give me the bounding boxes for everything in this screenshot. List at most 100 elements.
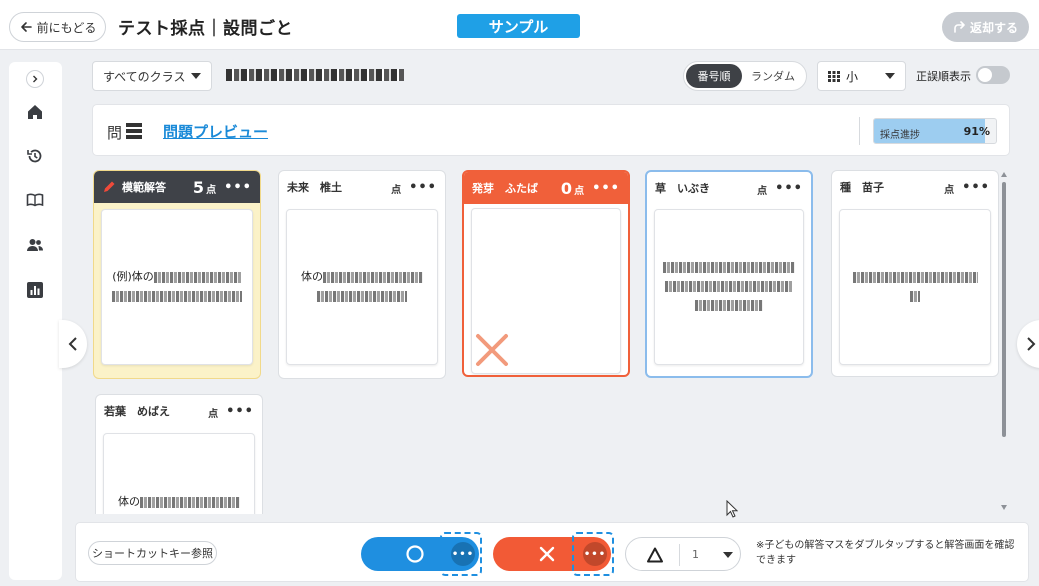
double-tap-hint: ※子どもの解答マスをダブルタップすると解答画面を確認できます: [756, 540, 1015, 566]
sidebar-item-book[interactable]: [25, 190, 45, 210]
card-score: 点: [755, 179, 767, 198]
student-answer-card[interactable]: 種 苗子 点 •••: [831, 170, 999, 377]
card-name: 種 苗子: [840, 181, 884, 194]
card-score-value: 5: [192, 177, 205, 197]
correct-order-label: 正誤順表示: [916, 70, 971, 83]
scroll-thumb[interactable]: [1002, 182, 1006, 437]
answer-text: 体の: [118, 493, 240, 512]
answer-text: [852, 268, 978, 305]
top-bar: 前にもどる テスト採点｜設問ごと サンプル 返却する: [0, 0, 1039, 50]
model-answer-card[interactable]: 模範解答 5点 ••• (例)体の: [93, 170, 261, 379]
redacted-answer: [112, 290, 242, 302]
chevron-left-icon: [68, 337, 77, 351]
partial-score-value: 1: [692, 548, 699, 561]
card-more-button[interactable]: •••: [592, 181, 620, 196]
card-score-unit: 点: [944, 184, 955, 196]
question-label: 問: [107, 124, 123, 142]
redacted-answer: [140, 496, 240, 508]
correct-order-switch[interactable]: [976, 66, 1010, 84]
sidebar: [9, 62, 62, 580]
back-button[interactable]: 前にもどる: [9, 12, 106, 42]
card-scrollbar[interactable]: [1001, 172, 1007, 512]
question-preview-link[interactable]: 問題プレビュー: [163, 121, 268, 142]
redacted-answer: [665, 281, 793, 293]
card-name: 未来 椎土: [287, 181, 342, 194]
redacted-answer: [153, 271, 242, 283]
card-more-button[interactable]: •••: [226, 404, 254, 419]
answer-text: [663, 259, 795, 315]
card-score-unit: 点: [574, 185, 585, 197]
student-answer-card-zero[interactable]: 発芽 ふたば 0点 •••: [462, 170, 630, 377]
incorrect-options-highlight: [572, 532, 614, 576]
card-more-button[interactable]: •••: [775, 181, 803, 196]
answer-text: 体の: [301, 268, 423, 305]
redacted-answer: [317, 290, 407, 302]
class-select[interactable]: すべてのクラス: [92, 61, 212, 91]
card-header: 未来 椎土 点 •••: [279, 171, 445, 203]
bar-chart-icon: [27, 282, 43, 298]
scroll-down-icon[interactable]: [1001, 505, 1007, 510]
card-score-unit: 点: [391, 184, 402, 196]
mouse-cursor-icon: [726, 500, 738, 518]
return-button-label: 返却する: [969, 20, 1018, 35]
card-more-button[interactable]: •••: [224, 180, 252, 195]
card-header: 草 いぶき 点 •••: [647, 172, 811, 204]
card-size-select[interactable]: 小: [817, 61, 906, 91]
answer-text-start: 体の: [118, 495, 140, 509]
history-icon: [27, 149, 42, 163]
sidebar-item-users[interactable]: [25, 235, 45, 255]
card-more-button[interactable]: •••: [409, 180, 437, 195]
question-bar: 問 問題プレビュー 採点進捗 91%: [92, 104, 1010, 156]
book-icon: [26, 193, 44, 207]
sidebar-item-home[interactable]: [25, 102, 45, 122]
redacted-answer: [910, 290, 920, 302]
sample-badge: サンプル: [457, 14, 580, 38]
scroll-up-icon[interactable]: [1001, 172, 1007, 177]
return-arrow-icon: [954, 20, 965, 33]
pencil-icon: [104, 181, 115, 192]
sidebar-item-history[interactable]: [25, 146, 45, 166]
cross-incorrect-icon: [539, 546, 555, 562]
answer-text-start: 体の: [301, 270, 323, 284]
redacted-answer: [695, 299, 763, 311]
redacted-answer: [663, 262, 795, 274]
partial-score-control[interactable]: 1: [625, 537, 741, 571]
student-answer-card[interactable]: 未来 椎土 点 ••• 体の: [278, 170, 446, 379]
back-button-label: 前にもどる: [36, 20, 97, 35]
return-button[interactable]: 返却する: [942, 12, 1029, 42]
card-score-unit: 点: [206, 184, 217, 196]
card-answer[interactable]: 体の: [103, 433, 255, 514]
card-score-unit: 点: [208, 408, 219, 420]
card-answer[interactable]: [654, 209, 804, 365]
sort-random-option[interactable]: ランダム: [742, 64, 804, 88]
card-header: 種 苗子 点 •••: [832, 171, 998, 203]
card-score: 5点: [193, 178, 216, 197]
arrow-left-icon: [20, 22, 32, 32]
student-answer-card[interactable]: 若葉 めばえ 点 ••• 体の: [95, 394, 263, 514]
divider: [679, 544, 680, 566]
correct-options-highlight: [440, 532, 482, 576]
card-more-button[interactable]: •••: [962, 180, 990, 195]
caret-down-icon[interactable]: [723, 552, 733, 558]
card-answer[interactable]: (例)体の: [101, 209, 253, 365]
prev-page-button[interactable]: [59, 320, 87, 368]
next-page-button[interactable]: [1017, 320, 1039, 368]
answer-text: (例)体の: [112, 268, 242, 305]
incorrect-mark-icon: [476, 334, 508, 366]
sidebar-item-stats[interactable]: [25, 280, 45, 300]
student-answer-card-selected[interactable]: 草 いぶき 点 •••: [645, 170, 813, 378]
card-answer[interactable]: 体の: [286, 209, 438, 365]
home-icon: [28, 105, 42, 119]
card-answer[interactable]: [839, 209, 991, 365]
answer-text-start: (例)体の: [112, 270, 154, 284]
redacted-question-number: [126, 123, 142, 139]
sort-number-option[interactable]: 番号順: [686, 64, 742, 88]
sidebar-expand-button[interactable]: [26, 70, 44, 88]
caret-down-icon: [191, 73, 201, 79]
grading-progress-label: 採点進捗: [880, 130, 920, 141]
shortcut-key-button[interactable]: ショートカットキー参照: [88, 541, 217, 565]
card-name: 若葉 めばえ: [104, 405, 170, 418]
caret-down-icon: [885, 73, 895, 79]
card-score: 点: [942, 178, 954, 197]
triangle-partial-icon: [647, 547, 663, 563]
